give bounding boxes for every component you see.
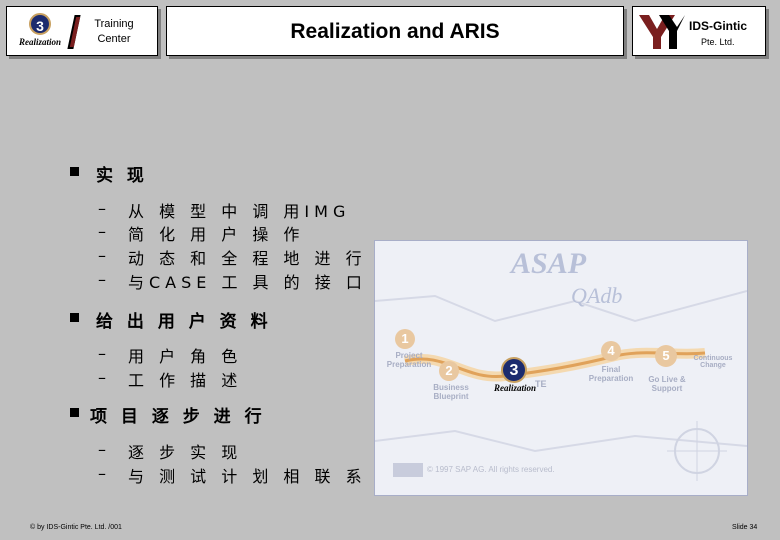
continuous-change-label: Continuous Change [693, 355, 733, 369]
bullet-heading-3: 项 目 逐 步 进 行 [90, 407, 266, 427]
training-line-2: Center [97, 33, 131, 45]
ids-y-logo-icon [639, 15, 685, 49]
sub-item: 工 作 描 述 [128, 371, 243, 390]
ids-gintic-logo: IDS-Gintic Pte. Ltd. [632, 6, 766, 56]
bullet-heading-2: 给 出 用 户 资 料 [96, 312, 272, 332]
badge-number: 3 [29, 13, 51, 35]
bullet-square-icon [70, 313, 79, 322]
sub-item: 从 模 型 中 调 用IMG [128, 202, 351, 221]
step-4-label: Final Preparation [588, 365, 634, 383]
dash-icon: – [98, 440, 106, 459]
dash-icon: – [98, 246, 106, 265]
sub-item: 与 测 试 计 划 相 联 系 [128, 467, 367, 486]
footer-copyright: © by IDS-Gintic Pte. Ltd. /001 [30, 524, 122, 531]
sub-item: 与CASE 工 具 的 接 口 [128, 273, 367, 292]
company-name: IDS-Gintic [689, 19, 748, 33]
slide-number: Slide 34 [732, 524, 758, 531]
step-1-label: Project Preparation [386, 351, 432, 369]
step-5-icon: 5 [655, 345, 677, 367]
bullet-square-icon [70, 408, 79, 417]
step-4-icon: 4 [601, 341, 621, 361]
slide-title: Realization and ARIS [290, 20, 500, 43]
dash-icon: – [98, 199, 106, 218]
dash-icon: – [98, 368, 106, 387]
title-box: Realization and ARIS [166, 6, 624, 56]
step-1-icon: 1 [395, 329, 415, 349]
te-fragment: TE [535, 379, 547, 389]
bullet-heading-1: 实 现 [96, 166, 148, 186]
training-center-logo: 3 Realization Training Center [6, 6, 158, 56]
company-sub: Pte. Ltd. [701, 37, 735, 47]
qadb-label: QAdb [571, 283, 623, 308]
sub-item: 简 化 用 户 操 作 [128, 225, 305, 244]
dash-icon: – [98, 222, 106, 241]
sap-copyright: © 1997 SAP AG. All rights reserved. [427, 465, 555, 474]
step-2-icon: 2 [439, 361, 459, 381]
asap-roadmap-image: ASAP QAdb 1 Project Preparation 2 Busine… [374, 240, 748, 496]
dash-icon: – [98, 464, 106, 483]
sub-item: 逐 步 实 现 [128, 443, 243, 462]
badge-label: Realization [18, 37, 61, 47]
realization-badge: 3 Realization [11, 11, 69, 51]
dash-icon: – [98, 344, 106, 363]
step-2-label: Business Blueprint [433, 383, 469, 401]
bullet-square-icon [70, 167, 79, 176]
training-center-text: Training Center [87, 17, 141, 47]
step-5-label: Go Live & Support [648, 375, 686, 393]
asap-brand: ASAP [511, 247, 587, 280]
training-line-1: Training [94, 18, 134, 30]
sub-item: 用 户 角 色 [128, 347, 243, 366]
dash-icon: – [98, 270, 106, 289]
step-3-icon: 3 [501, 357, 527, 383]
